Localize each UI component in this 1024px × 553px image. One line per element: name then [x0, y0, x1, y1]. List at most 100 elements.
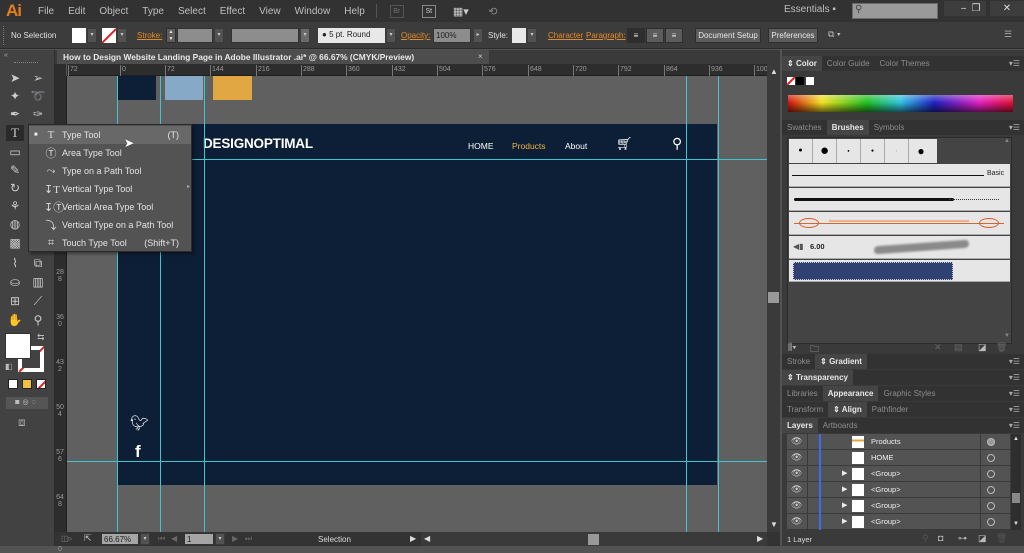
gpu-toggle-icon[interactable]: ◫▹	[61, 534, 73, 543]
layer-row[interactable]: 👁︎ ▶ <Group>	[787, 498, 1010, 514]
expand-arrow-icon[interactable]: ▶	[842, 501, 847, 509]
horizontal-scroll-thumb[interactable]	[588, 534, 599, 545]
flyout-item-type-tool[interactable]: ■ T Type Tool (T)	[29, 126, 191, 144]
align-center-button[interactable]: ≡	[646, 28, 664, 43]
visibility-eye-icon[interactable]: 👁︎	[791, 452, 802, 463]
document-tab[interactable]: How to Design Website Landing Page in Ad…	[57, 50, 489, 64]
layers-scroll-thumb[interactable]	[1012, 493, 1020, 503]
vertical-scroll-thumb[interactable]	[768, 292, 779, 303]
visibility-eye-icon[interactable]: 👁︎	[791, 436, 802, 447]
sync-icon[interactable]: ⟲	[486, 5, 500, 18]
flyout-item-area-type-tool[interactable]: Ⓣ Area Type Tool	[29, 144, 191, 162]
target-circle-icon[interactable]	[987, 438, 995, 446]
toolbar-grip[interactable]	[14, 62, 38, 64]
shape-builder-tool-icon[interactable]: ◍	[6, 216, 24, 232]
default-fill-stroke-icon[interactable]: ◧	[5, 362, 13, 371]
mesh-tool-icon[interactable]: ▩	[6, 235, 24, 251]
bridge-icon[interactable]: Br	[389, 4, 404, 18]
lock-column[interactable]	[807, 482, 808, 498]
expand-arrow-icon[interactable]: ▶	[842, 485, 847, 493]
color-swatch-lightblue[interactable]	[165, 76, 203, 100]
prev-artboard-icon[interactable]: ◀	[171, 534, 177, 543]
tab-graphic-styles[interactable]: Graphic Styles	[878, 386, 940, 401]
ruler-origin[interactable]	[55, 64, 67, 76]
transparency-panel-menu-icon[interactable]: ▾☰	[1009, 373, 1020, 382]
tab-pathfinder[interactable]: Pathfinder	[867, 402, 913, 417]
magic-wand-tool-icon[interactable]: ✦	[6, 88, 24, 104]
tab-color[interactable]: ⇕ Color	[782, 56, 822, 71]
flyout-item-vertical-type-on-a-path-tool[interactable]: ⤵ Vertical Type on a Path Tool	[29, 216, 191, 234]
tab-libraries[interactable]: Libraries	[782, 386, 823, 401]
expand-arrow-icon[interactable]: ▶	[842, 469, 847, 477]
first-artboard-icon[interactable]: ⏮	[158, 534, 165, 544]
cart-icon[interactable]: 🛒︎	[616, 136, 633, 152]
brushes-panel-menu-icon[interactable]: ▾☰	[1009, 123, 1020, 132]
appearance-panel-menu-icon[interactable]: ▾☰	[1009, 389, 1020, 398]
tab-brushes[interactable]: Brushes	[826, 120, 869, 135]
blend-tool-icon[interactable]: ⧉	[29, 255, 47, 271]
fill-color-box[interactable]	[5, 333, 31, 359]
tab-transform[interactable]: Transform	[782, 402, 828, 417]
brush-charcoal[interactable]	[789, 188, 1010, 211]
rotate-tool-icon[interactable]: ↻	[6, 180, 24, 196]
black-swatch[interactable]	[796, 77, 804, 85]
tab-color-guide[interactable]: Color Guide	[822, 56, 875, 71]
layers-scroll-down-icon[interactable]: ▼	[1013, 521, 1019, 527]
white-swatch[interactable]	[806, 77, 814, 85]
stroke-panel-menu-icon[interactable]: ▾☰	[1009, 357, 1020, 366]
guide-horizontal[interactable]	[67, 461, 767, 462]
artboard[interactable]: DESIGNOPTIMAL HOME Products About 🛒︎ ⚲ 🐦…	[117, 124, 717, 485]
delete-brush-icon[interactable]: 🗑︎	[996, 342, 1007, 353]
brush-options-icon[interactable]: ▤	[954, 342, 963, 353]
lock-column[interactable]	[807, 498, 808, 514]
scroll-down-icon[interactable]: ▼	[770, 520, 778, 529]
brush-definition[interactable]: ● 5 pt. Round	[318, 28, 385, 43]
scroll-left-icon[interactable]: ◀	[424, 534, 430, 543]
grip-handle[interactable]	[3, 26, 5, 45]
stroke-dropdown[interactable]: ▾	[117, 28, 127, 43]
flyout-item-vertical-type-tool[interactable]: ↧T Vertical Type Tool	[29, 180, 191, 198]
document-setup-button[interactable]: Document Setup	[695, 28, 761, 43]
tab-swatches[interactable]: Swatches	[782, 120, 827, 135]
none-mode-button[interactable]	[36, 379, 46, 389]
brush-dot-medium[interactable]: ●	[909, 139, 933, 163]
vertical-scrollbar[interactable]: ▲ ▼	[767, 64, 780, 532]
visibility-eye-icon[interactable]: 👁︎	[791, 516, 802, 527]
rectangle-tool-icon[interactable]: ▭	[6, 144, 24, 160]
graphic-style-dropdown[interactable]: ▾	[527, 28, 537, 43]
tab-artboards[interactable]: Artboards	[818, 418, 863, 433]
brush-dropdown[interactable]: ▾	[386, 28, 396, 43]
layers-panel-menu-icon[interactable]: ▾☰	[1009, 421, 1020, 430]
eyedropper-tool-icon[interactable]: ⌇	[6, 255, 24, 271]
facebook-icon[interactable]: f	[135, 442, 141, 462]
menu-window[interactable]: Window	[288, 6, 338, 17]
color-swatch-gold[interactable]	[213, 76, 252, 100]
visibility-eye-icon[interactable]: 👁︎	[791, 500, 802, 511]
artboard-dropdown[interactable]: ▾	[215, 533, 225, 545]
pencil-tool-icon[interactable]: ✎	[6, 162, 24, 178]
zoom-level-input[interactable]: 66.67%	[101, 533, 139, 545]
brush-libraries-icon[interactable]: ⫼▾	[788, 342, 797, 353]
locate-object-icon[interactable]: ⚲	[922, 533, 929, 544]
menu-file[interactable]: File	[31, 6, 61, 17]
menu-help[interactable]: Help	[337, 6, 372, 17]
preferences-button[interactable]: Preferences	[768, 28, 818, 43]
menu-select[interactable]: Select	[171, 6, 213, 17]
stroke-link[interactable]: Stroke:	[137, 31, 162, 46]
stroke-weight-dropdown[interactable]: ▾	[214, 28, 224, 43]
brushes-scroll-down-icon[interactable]: ▼	[1004, 333, 1010, 339]
new-brush-icon[interactable]: ◪	[978, 342, 987, 353]
menu-type[interactable]: Type	[135, 6, 171, 17]
variable-width-profile[interactable]	[231, 28, 299, 43]
brush-basic[interactable]: Basic	[789, 164, 1010, 187]
align-panel-menu-icon[interactable]: ▾☰	[1009, 405, 1020, 414]
flyout-item-type-on-a-path-tool[interactable]: ⤳ Type on a Path Tool	[29, 162, 191, 180]
search-icon[interactable]: ⚲	[672, 135, 682, 152]
remove-brush-stroke-icon[interactable]: ✕	[934, 342, 942, 353]
tab-transparency[interactable]: ⇕ Transparency	[782, 370, 853, 385]
arrange-documents-icon[interactable]: ▦▾	[453, 5, 469, 18]
lock-column[interactable]	[807, 466, 808, 482]
restore-button[interactable]: ❐	[966, 1, 986, 16]
puppet-warp-tool-icon[interactable]: ⚘	[6, 198, 24, 214]
new-layer-icon[interactable]: ◪	[978, 533, 987, 544]
